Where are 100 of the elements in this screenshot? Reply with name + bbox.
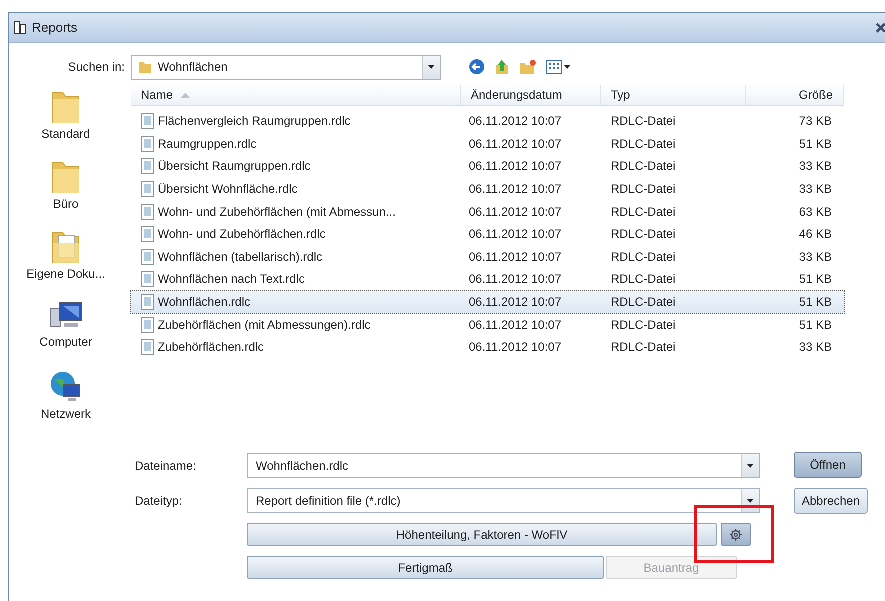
size-cell-text: 33 KB xyxy=(798,248,833,266)
place-item[interactable]: Netzwerk xyxy=(11,369,121,435)
file-name: Wohn- und Zubehörflächen.rdlc xyxy=(158,226,326,244)
file-name: Wohnflächen (tabellarisch).rdlc xyxy=(158,248,323,266)
column-header[interactable]: Größe xyxy=(746,85,844,105)
type-cell-text: RDLC-Datei xyxy=(610,204,677,221)
close-icon[interactable] xyxy=(876,22,885,32)
file-row[interactable]: Zubehörflächen.rdlc 06.11.2012 10:07 RDLC-Datei 33 KB xyxy=(131,336,844,359)
caret-icon xyxy=(564,65,571,69)
place-item[interactable]: Eigene Doku... xyxy=(11,229,121,295)
date-cell-text: 06.11.2012 10:07 xyxy=(468,271,563,288)
file-name-field[interactable]: Wohnflächen.rdlc xyxy=(247,453,760,478)
type-cell-text: RDLC-Datei xyxy=(610,316,677,334)
date-cell-text: 06.11.2012 10:07 xyxy=(468,181,563,198)
file-name: Flächenvergleich Raumgruppen.rdlc xyxy=(158,113,351,130)
caret-icon xyxy=(747,464,754,468)
option-button[interactable]: Fertigmaß xyxy=(247,556,604,579)
file-row[interactable]: Wohn- und Zubehörflächen (mit Abmessun... 06.11.2012 10:07 RDLC-Datei 63 KB xyxy=(131,200,844,223)
look-in-combo[interactable]: Wohnflächen xyxy=(131,54,441,80)
file-row[interactable]: Wohnflächen (tabellarisch).rdlc 06.11.2012 10:07 RDLC-Datei 33 KB xyxy=(131,246,844,268)
file-row[interactable]: Flächenvergleich Raumgruppen.rdlc 06.11.2012 10:07 RDLC-Datei 73 KB xyxy=(131,110,844,133)
type-cell-text: RDLC-Datei xyxy=(610,294,677,312)
date-cell-text: 06.11.2012 10:07 xyxy=(468,248,563,266)
file-row[interactable]: Raumgruppen.rdlc 06.11.2012 10:07 RDLC-Datei 51 KB xyxy=(131,132,844,156)
size-cell-text: 51 KB xyxy=(798,294,833,312)
date-cell-text: 06.11.2012 10:07 xyxy=(468,294,563,312)
file-icon xyxy=(141,339,154,356)
window-title: Reports xyxy=(32,18,78,37)
open-button[interactable]: Öffnen xyxy=(794,452,862,478)
file-icon xyxy=(141,248,154,265)
file-name: Raumgruppen.rdlc xyxy=(158,136,257,153)
size-cell-text: 51 KB xyxy=(798,316,833,334)
file-name-label: Dateiname: xyxy=(135,458,198,474)
file-name: Wohn- und Zubehörflächen (mit Abmessun... xyxy=(158,204,396,221)
place-item[interactable]: Büro xyxy=(11,159,121,225)
caret-icon xyxy=(428,65,435,69)
sort-arrow-icon xyxy=(181,92,190,98)
size-cell-text: 33 KB xyxy=(798,181,833,198)
new-folder-icon[interactable] xyxy=(519,59,537,75)
type-cell-text: RDLC-Datei xyxy=(610,271,677,288)
file-row[interactable]: Zubehörflächen (mit Abmessungen).rdlc 06.11.2012 10:07 RDLC-Datei 51 KB xyxy=(131,313,844,336)
file-icon xyxy=(141,204,154,220)
place-item[interactable]: Computer xyxy=(11,299,121,365)
type-cell-text: RDLC-Datei xyxy=(610,181,677,198)
view-menu-button[interactable] xyxy=(546,60,571,74)
date-cell-text: 06.11.2012 10:07 xyxy=(468,204,563,221)
settings-icon xyxy=(729,528,743,542)
file-icon xyxy=(141,136,154,152)
cancel-button[interactable]: Abbrechen xyxy=(794,488,868,514)
file-name: Zubehörflächen (mit Abmessungen).rdlc xyxy=(158,316,371,334)
file-row[interactable]: Wohnflächen.rdlc 06.11.2012 10:07 RDLC-Datei 51 KB xyxy=(131,290,844,314)
file-name: Übersicht Raumgruppen.rdlc xyxy=(158,158,311,176)
size-cell-text: 63 KB xyxy=(798,204,833,221)
date-cell-text: 06.11.2012 10:07 xyxy=(468,226,563,244)
up-folder-icon[interactable] xyxy=(494,59,510,75)
file-icon xyxy=(141,113,154,130)
file-row[interactable]: Wohnflächen nach Text.rdlc 06.11.2012 10:07 RDLC-Datei 51 KB xyxy=(131,268,844,291)
file-row[interactable]: Übersicht Wohnfläche.rdlc 06.11.2012 10:07 RDLC-Datei 33 KB xyxy=(131,178,844,200)
file-name: Übersicht Wohnfläche.rdlc xyxy=(158,181,298,198)
date-cell-text: 06.11.2012 10:07 xyxy=(468,339,563,356)
size-cell-text: 51 KB xyxy=(798,271,833,288)
file-row[interactable]: Übersicht Raumgruppen.rdlc 06.11.2012 10:07 RDLC-Datei 33 KB xyxy=(131,155,844,178)
type-cell-text: RDLC-Datei xyxy=(610,339,677,356)
type-cell-text: RDLC-Datei xyxy=(610,226,677,244)
date-cell-text: 06.11.2012 10:07 xyxy=(468,158,563,176)
size-cell-text: 73 KB xyxy=(798,113,833,130)
column-header[interactable]: Typ xyxy=(601,85,746,105)
file-icon xyxy=(141,226,154,242)
date-cell-text: 06.11.2012 10:07 xyxy=(468,136,563,153)
size-cell-text: 46 KB xyxy=(798,226,833,244)
file-row[interactable]: Wohn- und Zubehörflächen.rdlc 06.11.2012 10:07 RDLC-Datei 46 KB xyxy=(131,222,844,246)
type-cell-text: RDLC-Datei xyxy=(610,158,677,176)
file-icon xyxy=(141,271,154,288)
caret-icon xyxy=(747,498,754,502)
type-cell-text: RDLC-Datei xyxy=(610,113,677,130)
file-name: Wohnflächen nach Text.rdlc xyxy=(158,271,305,288)
folder-icon xyxy=(138,60,152,74)
date-cell-text: 06.11.2012 10:07 xyxy=(468,113,563,130)
report-icon xyxy=(14,20,28,34)
look-in-label: Suchen in: xyxy=(67,59,126,76)
column-header[interactable]: Änderungsdatum xyxy=(461,85,601,105)
view-grid-icon xyxy=(546,60,562,74)
file-type-dropdown[interactable]: Report definition file (*.rdlc) xyxy=(247,488,760,513)
type-cell-text: RDLC-Datei xyxy=(610,248,677,266)
file-icon xyxy=(141,181,154,198)
file-name: Wohnflächen.rdlc xyxy=(158,294,250,312)
file-name: Zubehörflächen.rdlc xyxy=(158,339,264,356)
file-type-label: Dateityp: xyxy=(135,492,184,510)
type-cell-text: RDLC-Datei xyxy=(610,136,677,153)
size-cell-text: 51 KB xyxy=(798,136,833,153)
option-button[interactable]: Höhenteilung, Faktoren - WoFlV xyxy=(247,523,717,546)
place-item[interactable]: Standard xyxy=(11,89,121,155)
file-icon xyxy=(141,316,154,333)
size-cell-text: 33 KB xyxy=(798,339,833,356)
column-header[interactable]: Name xyxy=(131,85,461,105)
date-cell-text: 06.11.2012 10:07 xyxy=(468,316,563,334)
file-icon xyxy=(141,294,154,310)
size-cell-text: 33 KB xyxy=(798,158,833,176)
settings-button[interactable] xyxy=(721,523,751,546)
file-icon xyxy=(141,158,154,174)
